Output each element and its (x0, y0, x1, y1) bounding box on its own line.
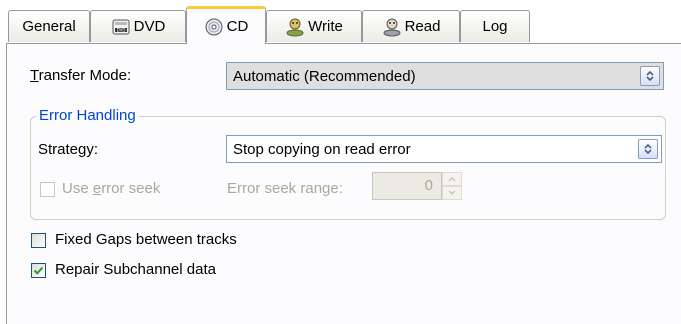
strategy-dropdown-button[interactable] (638, 139, 658, 159)
tab-read-label: Read (404, 18, 441, 35)
repair-subchannel-label: Repair Subchannel data (55, 261, 216, 278)
tab-general-label: General (22, 18, 76, 35)
updown-arrow-icon (646, 70, 654, 82)
error-handling-group (30, 116, 666, 220)
error-seek-range-label: Error seek range: (227, 180, 343, 197)
spin-down-button[interactable] (442, 186, 462, 200)
transfer-mode-label: Transfer Mode: (30, 67, 132, 84)
strategy-value: Stop copying on read error (233, 140, 411, 158)
tab-log-label: Log (482, 18, 508, 35)
tab-cd[interactable]: CD (186, 6, 266, 44)
chevron-up-icon (448, 176, 456, 182)
use-error-seek-label: Use error seek (62, 180, 161, 197)
tab-dvd-label: DVD (133, 18, 166, 35)
tab-strip: General DVD DVD CD Write Read Log (0, 0, 681, 44)
strategy-select[interactable]: Stop copying on read error (226, 135, 662, 163)
tab-write-label: Write (308, 18, 343, 35)
cd-disc-icon (204, 17, 224, 37)
tab-general[interactable]: General (8, 10, 90, 42)
error-seek-range-input[interactable]: 0 (372, 172, 442, 200)
transfer-mode-select[interactable]: Automatic (Recommended) (226, 62, 664, 90)
tab-dvd[interactable]: DVD DVD (90, 10, 186, 42)
tab-strip-baseline (266, 43, 681, 44)
spin-up-button[interactable] (442, 172, 462, 186)
write-person-icon (285, 17, 305, 37)
read-person-icon (382, 17, 402, 37)
error-seek-range-value: 0 (424, 177, 433, 194)
tab-read[interactable]: Read (362, 10, 460, 42)
updown-arrow-icon (644, 143, 652, 155)
tab-write[interactable]: Write (266, 10, 362, 42)
tab-strip-baseline-left (6, 43, 186, 44)
strategy-label: Strategy: (38, 141, 99, 158)
use-error-seek-checkbox[interactable] (40, 182, 55, 197)
svg-text:DVD: DVD (116, 27, 125, 32)
checkmark-icon (33, 266, 44, 275)
repair-subchannel-checkbox[interactable] (31, 263, 46, 278)
fixed-gaps-label: Fixed Gaps between tracks (55, 231, 237, 248)
tab-cd-label: CD (226, 18, 249, 35)
tab-log[interactable]: Log (460, 10, 530, 42)
dvd-drive-icon: DVD (111, 17, 131, 37)
transfer-mode-value: Automatic (Recommended) (233, 67, 416, 85)
error-seek-range-spinner[interactable] (442, 172, 462, 200)
fixed-gaps-checkbox[interactable] (31, 233, 46, 248)
transfer-mode-dropdown-button[interactable] (640, 66, 660, 86)
error-handling-title: Error Handling (36, 107, 139, 124)
chevron-down-icon (448, 190, 456, 196)
